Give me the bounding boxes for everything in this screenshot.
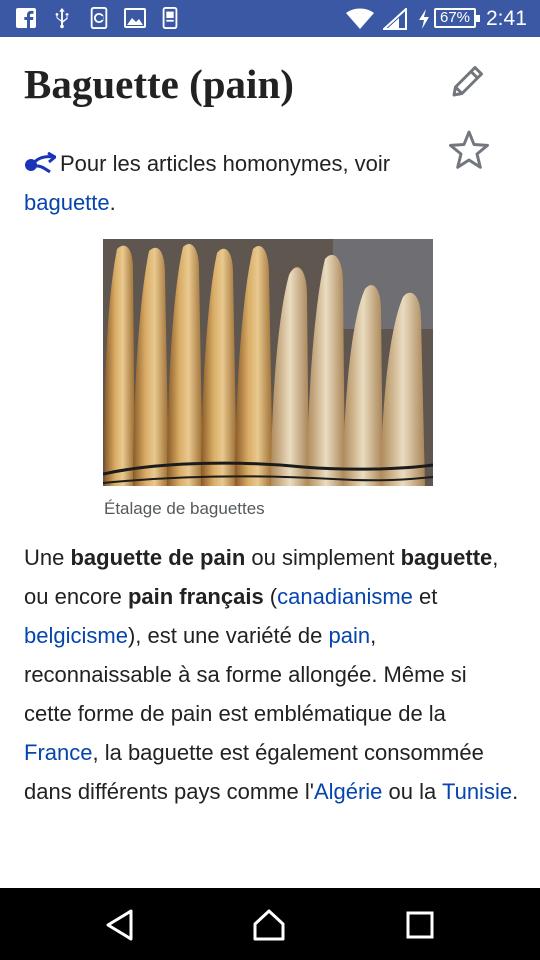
link-canadianisme[interactable]: canadianisme: [277, 584, 413, 609]
bold-term: baguette: [400, 545, 493, 570]
battery-indicator: 67%: [434, 8, 480, 28]
recents-icon[interactable]: [403, 908, 437, 942]
signal-icon: [383, 8, 407, 30]
hatnote-text: Pour les articles homonymes, voir: [60, 151, 391, 176]
bold-term: baguette de pain: [70, 545, 246, 570]
link-tunisie[interactable]: Tunisie: [442, 779, 512, 804]
link-belgicisme[interactable]: belgicisme: [24, 623, 128, 648]
link-pain[interactable]: pain: [329, 623, 371, 648]
image-icon: [124, 8, 146, 28]
bold-term: pain français: [127, 584, 264, 609]
disambiguation-icon: [25, 152, 56, 174]
app-icon: [90, 7, 108, 29]
link-algerie[interactable]: Algérie: [314, 779, 382, 804]
disambiguation-hatnote: Pour les articles homonymes, voir baguet…: [24, 151, 391, 215]
link-france[interactable]: France: [24, 740, 92, 765]
charging-icon: [419, 9, 429, 29]
lead-paragraph: Une baguette de pain ou simplement bague…: [24, 545, 519, 804]
facebook-icon: [16, 8, 36, 28]
wifi-icon: [346, 8, 374, 29]
baguettes-picture: [103, 239, 433, 486]
page-title: Baguette (pain): [24, 61, 294, 107]
hatnote-link-baguette[interactable]: baguette: [24, 190, 110, 215]
baguette-display-image[interactable]: [103, 239, 433, 486]
usb-icon: [55, 7, 69, 29]
back-icon[interactable]: [103, 908, 137, 942]
navigation-bar: [0, 888, 540, 960]
home-icon[interactable]: [252, 908, 286, 942]
status-bar: 67% 2:41: [0, 0, 540, 37]
image-caption: Étalage de baguettes: [104, 499, 265, 518]
star-icon[interactable]: [448, 129, 490, 171]
edit-icon[interactable]: [448, 61, 488, 101]
phone-icon: [162, 7, 178, 29]
clock: 2:41: [486, 7, 527, 30]
